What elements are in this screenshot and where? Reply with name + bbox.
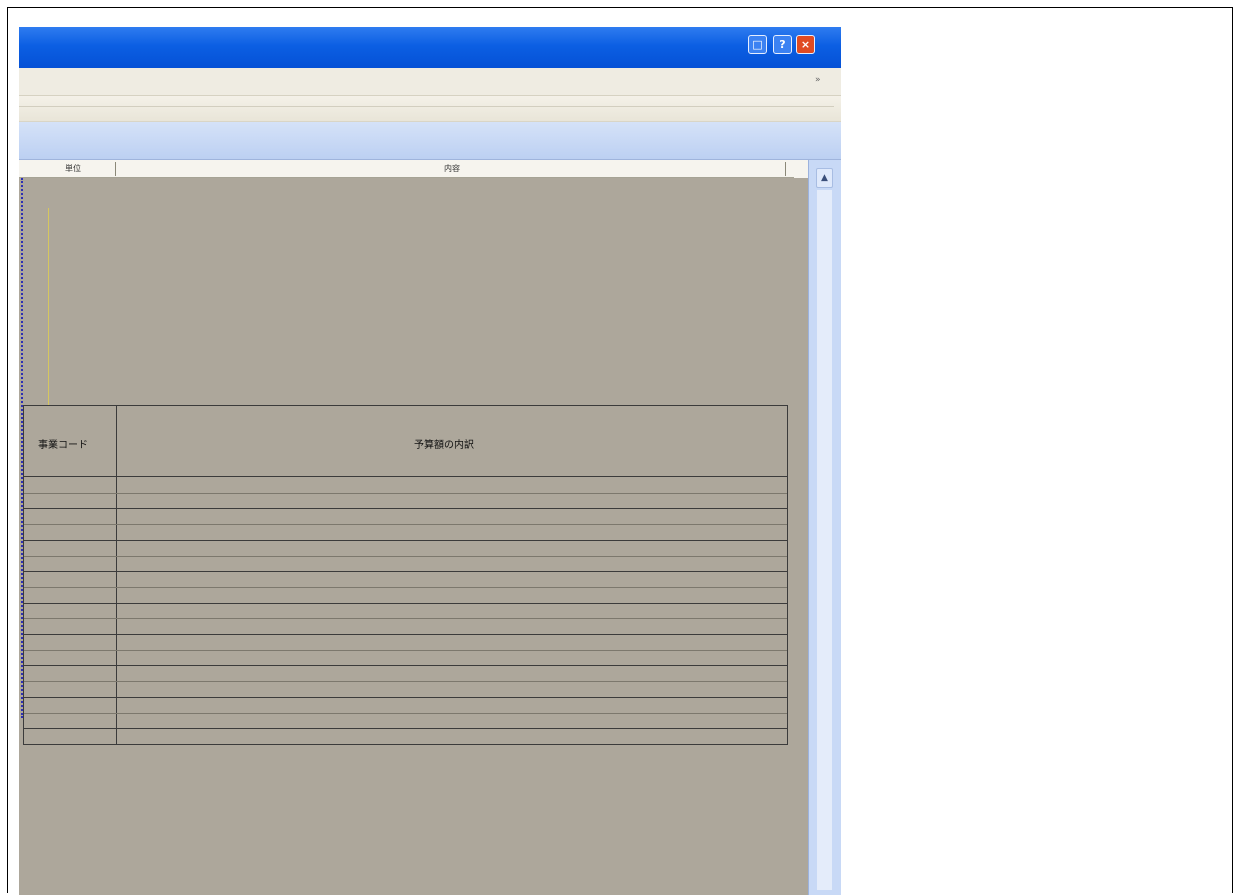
ruler-label-1: 単位 bbox=[65, 164, 81, 173]
menu-bar: » bbox=[19, 68, 841, 96]
ruler-tick bbox=[785, 162, 786, 176]
table-row[interactable] bbox=[24, 634, 787, 635]
table-row[interactable] bbox=[24, 556, 787, 557]
table-row[interactable] bbox=[24, 650, 787, 651]
title-bar: □ ? × bbox=[19, 27, 841, 68]
table-row[interactable] bbox=[24, 508, 787, 509]
column-divider bbox=[116, 406, 117, 744]
table-row[interactable] bbox=[24, 618, 787, 619]
close-icon[interactable]: × bbox=[796, 35, 815, 54]
table-row[interactable] bbox=[24, 587, 787, 588]
scroll-up-icon[interactable]: ▲ bbox=[816, 168, 833, 188]
budget-table[interactable]: 事業コード 予算額の内訳 bbox=[23, 405, 788, 745]
scroll-track[interactable] bbox=[817, 190, 832, 890]
table-row[interactable] bbox=[24, 493, 787, 494]
ruler-label-2: 内容 bbox=[444, 164, 460, 173]
header-cell-breakdown: 予算額の内訳 bbox=[414, 440, 474, 451]
document-canvas[interactable]: 事業コード 予算額の内訳 bbox=[19, 178, 808, 895]
help-glyph: ? bbox=[779, 38, 786, 51]
table-row[interactable] bbox=[24, 665, 787, 666]
ruler-tick bbox=[115, 162, 116, 176]
app-window: □ ? × » 単位 内容 ▲ 事業コード 予算額の内訳 bbox=[19, 27, 841, 895]
vertical-scrollbar[interactable]: ▲ bbox=[808, 160, 841, 895]
header-cell-code: 事業コード bbox=[38, 440, 88, 451]
table-header-row: 事業コード 予算額の内訳 bbox=[24, 406, 787, 477]
column-ruler: 単位 内容 bbox=[19, 160, 794, 178]
table-row[interactable] bbox=[24, 603, 787, 604]
table-row[interactable] bbox=[24, 713, 787, 714]
table-row[interactable] bbox=[24, 681, 787, 682]
restore-glyph: □ bbox=[752, 38, 763, 51]
table-row[interactable] bbox=[24, 571, 787, 572]
table-row[interactable] bbox=[24, 697, 787, 698]
standard-toolbar bbox=[19, 96, 841, 122]
close-glyph: × bbox=[800, 38, 811, 51]
formatting-toolbar bbox=[19, 122, 841, 160]
menu-overflow-icon[interactable]: » bbox=[815, 75, 821, 85]
table-row[interactable] bbox=[24, 728, 787, 729]
table-row[interactable] bbox=[24, 524, 787, 525]
ruler-cap bbox=[794, 160, 808, 178]
toolbar-divider bbox=[19, 106, 834, 107]
restore-icon[interactable]: □ bbox=[748, 35, 767, 54]
table-row[interactable] bbox=[24, 540, 787, 541]
help-icon[interactable]: ? bbox=[773, 35, 792, 54]
